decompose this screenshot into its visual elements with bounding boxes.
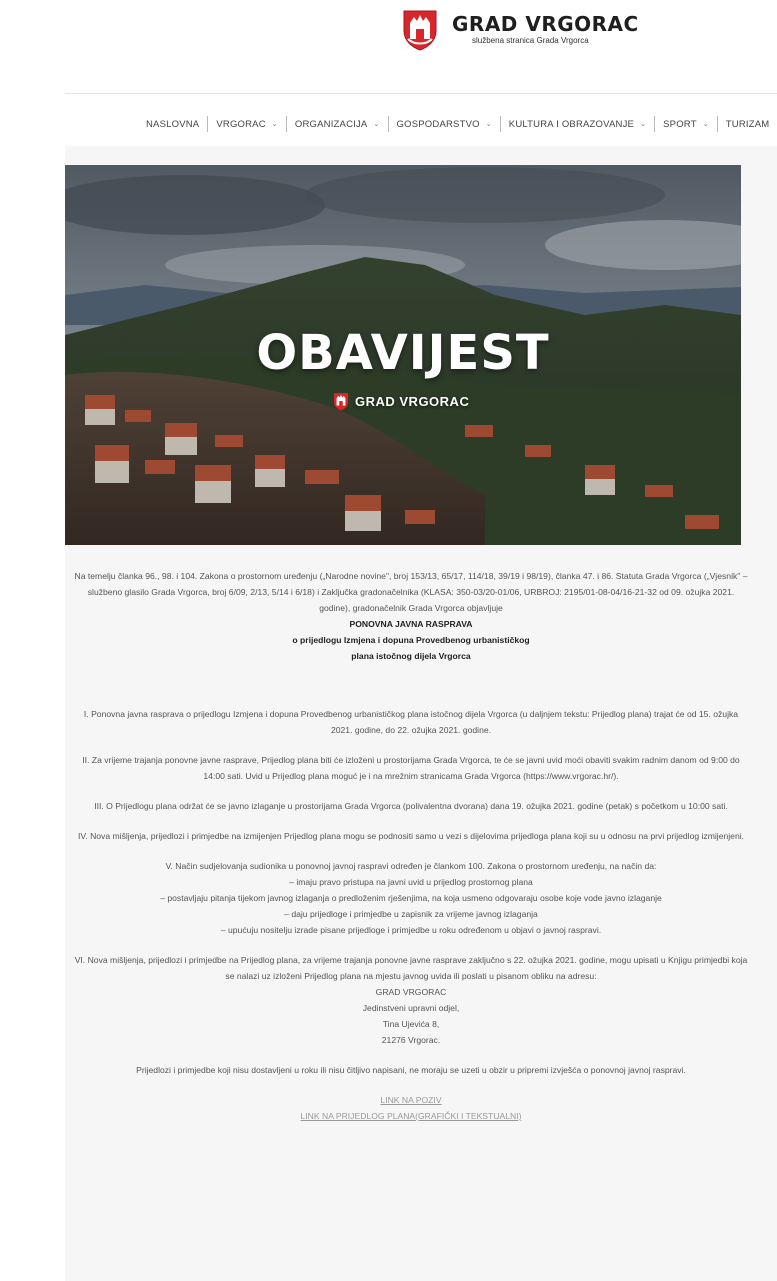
article-body: Na temelju članka 96., 98. i 104. Zakona… bbox=[72, 568, 750, 1124]
nav-label: TURIZAM bbox=[725, 118, 770, 130]
coat-of-arms-icon bbox=[333, 393, 349, 411]
nav-label: KULTURA I OBRAZOVANJE bbox=[508, 118, 635, 130]
list-item: – daju prijedloge i primjedbe u zapisnik… bbox=[284, 909, 538, 919]
site-logo[interactable]: GRAD VRGORAC službena stranica Grada Vrg… bbox=[402, 9, 639, 51]
hero-image: OBAVIJEST GRAD VRGORAC bbox=[65, 165, 741, 545]
nav-label: NASLOVNA bbox=[146, 118, 200, 130]
brand-subtitle: službena stranica Grada Vrgorca bbox=[472, 36, 589, 45]
nav-item-organizacija[interactable]: ORGANIZACIJA ⌄ bbox=[285, 116, 388, 132]
address-line: 21276 Vrgorac. bbox=[381, 1035, 441, 1045]
site-header: GRAD VRGORAC službena stranica Grada Vrg… bbox=[0, 0, 777, 95]
plan-proposal-link[interactable]: LINK NA PRIJEDLOG PLANA(GRAFIČKI I TEKST… bbox=[72, 1108, 750, 1124]
nav-item-sport[interactable]: SPORT ⌄ bbox=[654, 116, 717, 132]
paragraph-5-intro: V. Način sudjelovanja sudionika u ponovn… bbox=[165, 861, 657, 871]
hero-brand-text: GRAD VRGORAC bbox=[355, 394, 470, 409]
nav-item-turizam[interactable]: TURIZAM bbox=[716, 116, 777, 132]
hero-brand: GRAD VRGORAC bbox=[333, 392, 469, 411]
hero-title: OBAVIJEST bbox=[256, 325, 550, 381]
list-item: – postavljaju pitanja tijekom javnog izl… bbox=[160, 893, 662, 903]
paragraph-1: I. Ponovna javna rasprava o prijedlogu I… bbox=[83, 709, 739, 735]
links-section: LINK NA POZIV LINK NA PRIJEDLOG PLANA(GR… bbox=[72, 1092, 750, 1124]
article-heading: o prijedlogu Izmjena i dopuna Provedbeno… bbox=[292, 635, 530, 645]
paragraph-4: IV. Nova mišljenja, prijedlozi i primjed… bbox=[77, 831, 745, 841]
article-heading: PONOVNA JAVNA RASPRAVA bbox=[349, 619, 473, 629]
paragraph-3: III. O Prijedlogu plana održat će se jav… bbox=[94, 801, 728, 811]
chevron-down-icon: ⌄ bbox=[373, 121, 380, 128]
chevron-down-icon: ⌄ bbox=[485, 121, 492, 128]
paragraph-2: II. Za vrijeme trajanja ponovne javne ra… bbox=[82, 755, 740, 781]
nav-item-kultura[interactable]: KULTURA I OBRAZOVANJE ⌄ bbox=[499, 116, 654, 132]
list-item: – upućuju nositelju izrade pisane prijed… bbox=[220, 925, 602, 935]
intro-paragraph: Na temelju članka 96., 98. i 104. Zakona… bbox=[74, 571, 748, 613]
nav-label: ORGANIZACIJA bbox=[294, 118, 368, 130]
nav-item-vrgorac[interactable]: VRGORAC ⌄ bbox=[207, 116, 286, 132]
nav-label: GOSPODARSTVO bbox=[396, 118, 480, 130]
chevron-down-icon: ⌄ bbox=[702, 121, 709, 128]
nav-label: SPORT bbox=[663, 118, 697, 130]
address-line: Jedinstveni upravni odjel, bbox=[362, 1003, 460, 1013]
paragraph-7: Prijedlozi i primjedbe koji nisu dostavl… bbox=[136, 1065, 686, 1075]
invitation-link[interactable]: LINK NA POZIV bbox=[72, 1092, 750, 1108]
paragraph-6: VI. Nova mišljenja, prijedlozi i primjed… bbox=[74, 955, 748, 981]
main-nav: NASLOVNA VRGORAC ⌄ ORGANIZACIJA ⌄ GOSPODAR… bbox=[146, 113, 777, 135]
address-line: Tina Ujevića 8, bbox=[382, 1019, 440, 1029]
nav-item-naslovna[interactable]: NASLOVNA bbox=[146, 116, 207, 132]
nav-label: VRGORAC bbox=[216, 118, 266, 130]
header-divider bbox=[65, 93, 777, 94]
address-line: GRAD VRGORAC bbox=[375, 987, 447, 997]
nav-item-gospodarstvo[interactable]: GOSPODARSTVO ⌄ bbox=[387, 116, 500, 132]
coat-of-arms-icon bbox=[403, 10, 437, 51]
chevron-down-icon: ⌄ bbox=[640, 121, 647, 128]
chevron-down-icon: ⌄ bbox=[271, 121, 278, 128]
article-heading: plana istočnog dijela Vrgorca bbox=[351, 651, 471, 661]
brand-title: GRAD VRGORAC bbox=[452, 12, 639, 36]
list-item: – imaju pravo pristupa na javni uvid u p… bbox=[289, 877, 533, 887]
